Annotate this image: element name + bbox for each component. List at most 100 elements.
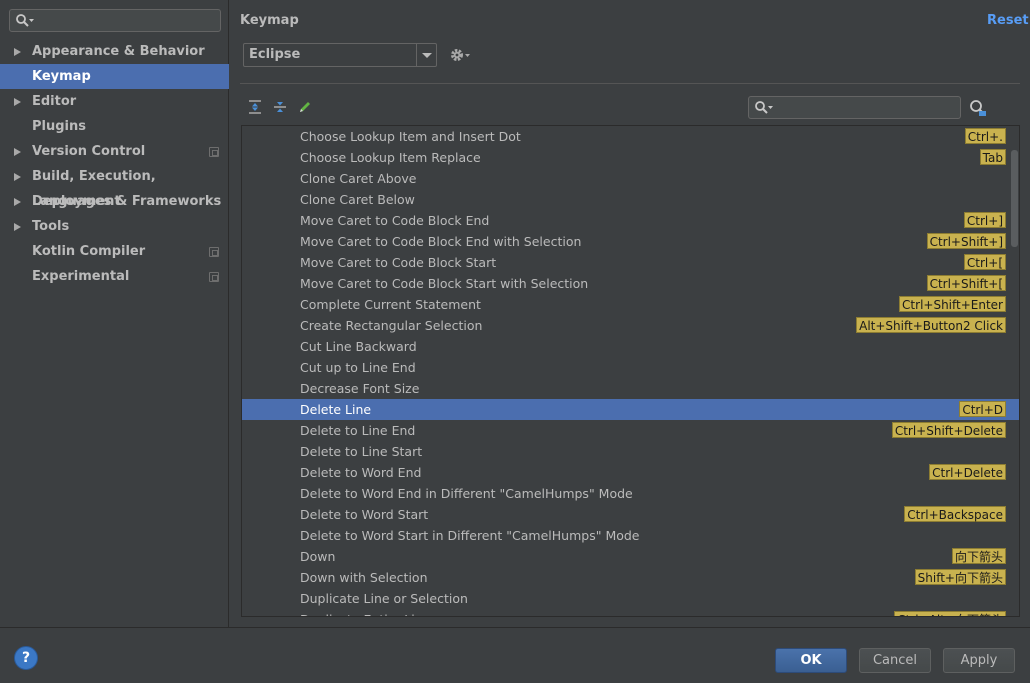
shortcut-badge: Ctrl+Shift+Delete (891, 422, 1006, 438)
project-level-icon (209, 147, 219, 157)
shortcut-badge: Ctrl+Backspace (904, 506, 1006, 522)
chevron-right-icon[interactable] (14, 148, 21, 156)
action-search-input[interactable] (748, 96, 961, 119)
project-level-icon (209, 247, 219, 257)
table-row[interactable]: Move Caret to Code Block End Ctrl+] (242, 210, 1019, 231)
action-name: Down with Selection (300, 570, 428, 585)
list-scrollbar[interactable] (1011, 150, 1018, 247)
table-row[interactable]: Delete to Word Start in Different "Camel… (242, 525, 1019, 546)
cancel-button[interactable]: Cancel (859, 648, 931, 673)
sidebar-item[interactable]: Languages & Frameworks (0, 189, 229, 214)
table-row[interactable]: Delete to Line Start (242, 441, 1019, 462)
table-row[interactable]: Duplicate Entire Lines Ctrl+Alt+向下箭头 (242, 609, 1019, 616)
shortcut-badge: Ctrl+D (959, 401, 1006, 417)
action-name: Delete to Line Start (300, 444, 423, 459)
sidebar-item[interactable]: Experimental (0, 264, 229, 289)
table-row[interactable]: Delete to Word Start Ctrl+Backspace (242, 504, 1019, 525)
shortcut-badge: Tab (979, 149, 1006, 165)
keymap-scheme-value: Eclipse (249, 47, 301, 62)
action-name: Delete to Word Start in Different "Camel… (300, 528, 640, 543)
shortcut-badge: 向下箭头 (951, 548, 1006, 564)
shortcut-badge: Ctrl+Alt+向下箭头 (894, 611, 1006, 616)
sidebar-item-label: Keymap (32, 69, 91, 84)
shortcut-badge: Ctrl+] (963, 212, 1006, 228)
find-by-shortcut-icon[interactable] (969, 99, 987, 117)
table-row[interactable]: Clone Caret Above (242, 168, 1019, 189)
table-row[interactable]: Cut Line Backward (242, 336, 1019, 357)
shortcut-badge: Shift+向下箭头 (914, 569, 1006, 585)
sidebar-item-label: Plugins (32, 119, 86, 134)
shortcut-badge: Alt+Shift+Button2 Click (856, 317, 1006, 333)
table-row[interactable]: Delete to Word End in Different "CamelHu… (242, 483, 1019, 504)
expand-all-icon[interactable] (247, 99, 263, 115)
action-name: Create Rectangular Selection (300, 318, 483, 333)
gear-icon[interactable] (449, 46, 471, 64)
action-name: Down (300, 549, 336, 564)
chevron-right-icon[interactable] (14, 198, 21, 206)
table-row[interactable]: Down with Selection Shift+向下箭头 (242, 567, 1019, 588)
sidebar-item[interactable]: Plugins (0, 114, 229, 139)
table-row[interactable]: Clone Caret Below (242, 189, 1019, 210)
collapse-all-icon[interactable] (272, 99, 288, 115)
action-name: Choose Lookup Item and Insert Dot (300, 129, 521, 144)
page-title: Keymap (240, 13, 299, 28)
ok-button[interactable]: OK (775, 648, 847, 673)
settings-search-input[interactable] (9, 9, 221, 32)
sidebar-item[interactable]: Version Control (0, 139, 229, 164)
sidebar-item-label: Version Control (32, 144, 146, 159)
keymap-action-list[interactable]: Choose Lookup Item and Insert Dot Ctrl+. C… (241, 125, 1020, 617)
sidebar-item[interactable]: Build, Execution, Deployment (0, 164, 229, 209)
table-row[interactable]: Choose Lookup Item Replace Tab (242, 147, 1019, 168)
dialog-footer: ? OK Cancel Apply (0, 627, 1030, 683)
sidebar-item[interactable]: Tools (0, 214, 229, 239)
sidebar-item[interactable]: Appearance & Behavior (0, 39, 229, 64)
table-row[interactable]: Cut up to Line End (242, 357, 1019, 378)
action-name: Delete to Word End in Different "CamelHu… (300, 486, 633, 501)
chevron-down-icon[interactable] (416, 44, 436, 66)
apply-button[interactable]: Apply (943, 648, 1015, 673)
action-name: Clone Caret Above (300, 171, 417, 186)
search-icon (755, 101, 773, 114)
table-row[interactable]: Delete Line Ctrl+D (242, 399, 1019, 420)
shortcut-badge: Ctrl+Shift+[ (926, 275, 1006, 291)
chevron-right-icon[interactable] (14, 48, 21, 56)
table-row[interactable]: Move Caret to Code Block Start Ctrl+[ (242, 252, 1019, 273)
table-row[interactable]: Down 向下箭头 (242, 546, 1019, 567)
action-name: Move Caret to Code Block Start with Sele… (300, 276, 589, 291)
sidebar-item[interactable]: Keymap (0, 64, 229, 89)
sidebar-item[interactable]: Editor (0, 89, 229, 114)
action-name: Move Caret to Code Block End with Select… (300, 234, 582, 249)
action-name: Cut Line Backward (300, 339, 417, 354)
action-name: Delete to Line End (300, 423, 416, 438)
table-row[interactable]: Move Caret to Code Block Start with Sele… (242, 273, 1019, 294)
edit-icon[interactable] (297, 99, 313, 115)
shortcut-badge: Ctrl+Shift+Enter (899, 296, 1006, 312)
chevron-right-icon[interactable] (14, 173, 21, 181)
action-name: Delete to Word End (300, 465, 422, 480)
table-row[interactable]: Complete Current Statement Ctrl+Shift+Ent… (242, 294, 1019, 315)
table-row[interactable]: Choose Lookup Item and Insert Dot Ctrl+. (242, 126, 1019, 147)
table-row[interactable]: Duplicate Line or Selection (242, 588, 1019, 609)
shortcut-badge: Ctrl+Shift+] (926, 233, 1006, 249)
action-name: Clone Caret Below (300, 192, 415, 207)
action-name: Move Caret to Code Block End (300, 213, 490, 228)
chevron-right-icon[interactable] (14, 223, 21, 231)
sidebar-item-label: Appearance & Behavior (32, 44, 205, 59)
action-name: Duplicate Entire Lines (300, 609, 437, 616)
help-button[interactable]: ? (14, 646, 38, 670)
settings-sidebar: Appearance & Behavior Keymap Editor Plugins… (0, 0, 229, 627)
table-row[interactable]: Delete to Line End Ctrl+Shift+Delete (242, 420, 1019, 441)
shortcut-badge: Ctrl+Delete (929, 464, 1006, 480)
action-name: Complete Current Statement (300, 297, 481, 312)
action-name: Move Caret to Code Block Start (300, 255, 497, 270)
sidebar-item[interactable]: Kotlin Compiler (0, 239, 229, 264)
reset-link[interactable]: Reset (987, 13, 1029, 28)
keymap-scheme-select[interactable]: Eclipse (243, 43, 437, 67)
separator (240, 83, 1020, 84)
table-row[interactable]: Move Caret to Code Block End with Select… (242, 231, 1019, 252)
table-row[interactable]: Create Rectangular Selection Alt+Shift+Bu… (242, 315, 1019, 336)
project-level-icon (209, 272, 219, 282)
table-row[interactable]: Decrease Font Size (242, 378, 1019, 399)
table-row[interactable]: Delete to Word End Ctrl+Delete (242, 462, 1019, 483)
chevron-right-icon[interactable] (14, 98, 21, 106)
